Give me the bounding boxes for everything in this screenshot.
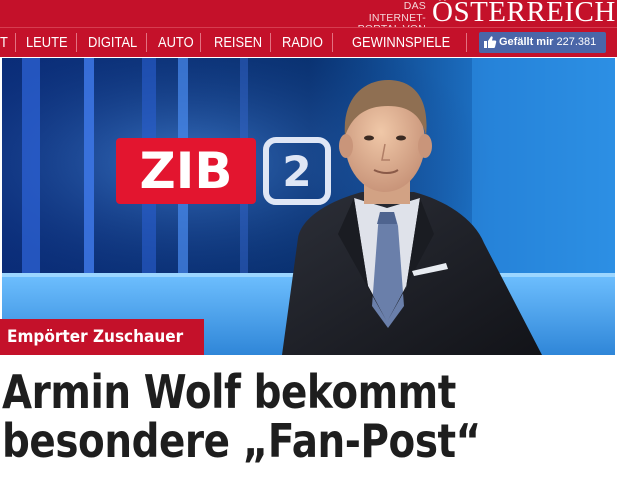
brand-tagline-line1: DAS INTERNET- [368, 0, 426, 24]
article-kicker[interactable]: Empörter Zuschauer [0, 319, 204, 355]
nav-divider [270, 33, 271, 52]
kicker-text: Empörter Zuschauer [7, 327, 184, 347]
nav-item-radio[interactable]: RADIO [282, 28, 323, 57]
nav-item-auto[interactable]: AUTO [158, 28, 194, 57]
zib-logo-text: ZIB [140, 142, 233, 200]
like-label: Gefällt mir [499, 36, 554, 48]
nav-divider [15, 33, 16, 52]
headline-line-2: besondere „Fan-Post“ [2, 414, 481, 468]
brand-header: DAS INTERNET- PORTAL VON ÖSTERREICH [0, 0, 617, 35]
nav-divider [466, 33, 467, 52]
article-headline[interactable]: Armin Wolf bekommt besondere „Fan-Post“ [2, 368, 614, 466]
nav-item-leute[interactable]: LEUTE [26, 28, 68, 57]
zib-logo-number: 2 [282, 147, 311, 196]
like-count: 227.381 [556, 36, 597, 48]
headline-line-1: Armin Wolf bekommt [2, 365, 456, 419]
facebook-like-button[interactable]: Gefällt mir 227.381 [479, 32, 606, 53]
studio-photo: ZIB 2 [2, 58, 615, 355]
hero-image[interactable]: ZIB 2 [2, 58, 615, 355]
thumbs-up-icon [484, 36, 497, 48]
nav-item-partial[interactable]: T [0, 28, 8, 57]
nav-item-gewinnspiele[interactable]: GEWINNSPIELE [352, 28, 450, 57]
main-nav: T LEUTE DIGITAL AUTO REISEN RADIO GEWINN… [0, 27, 617, 57]
nav-divider [76, 33, 77, 52]
nav-divider [200, 33, 201, 52]
nav-divider [146, 33, 147, 52]
nav-item-digital[interactable]: DIGITAL [88, 28, 137, 57]
nav-divider [332, 33, 333, 52]
brand-logo[interactable]: ÖSTERREICH [432, 0, 616, 27]
nav-item-reisen[interactable]: REISEN [214, 28, 262, 57]
